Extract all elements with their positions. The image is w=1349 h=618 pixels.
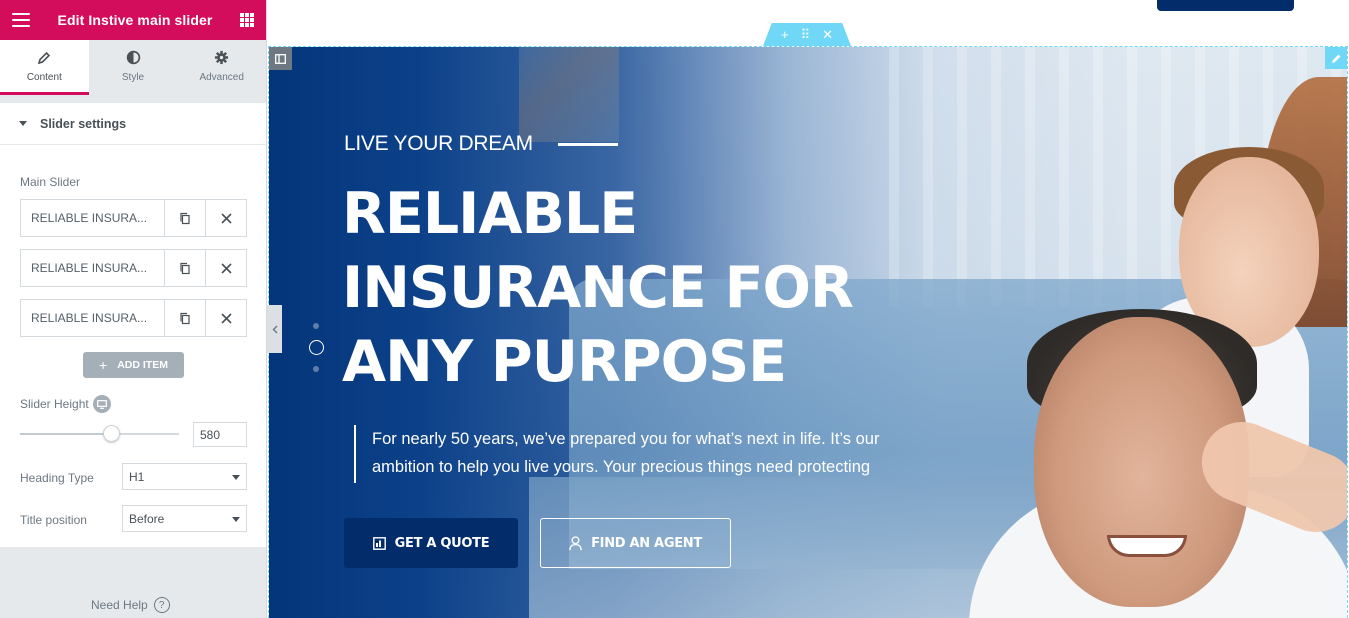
repeater-item: RELIABLE INSURA... — [20, 299, 247, 337]
tab-advanced[interactable]: Advanced — [177, 40, 267, 95]
hero-title: RELIABLE INSURANCE FOR ANY PURPOSE — [342, 177, 962, 399]
duplicate-button[interactable] — [164, 200, 205, 236]
slide-dot[interactable] — [313, 323, 319, 329]
title-position-select[interactable]: Before — [122, 505, 247, 532]
add-section-icon[interactable]: + — [781, 27, 789, 42]
slider-height-handle[interactable] — [103, 425, 120, 442]
tab-advanced-label: Advanced — [199, 71, 244, 83]
drag-section-icon[interactable]: ⠿ — [801, 27, 811, 43]
get-quote-button[interactable]: GET A QUOTE — [344, 518, 518, 568]
slider-height-input[interactable]: 580 — [193, 422, 247, 447]
tab-content[interactable]: Content — [0, 40, 89, 95]
add-item-button[interactable]: + ADD ITEM — [83, 352, 184, 378]
section-slider-settings[interactable]: Slider settings — [0, 103, 266, 145]
tab-content-label: Content — [26, 71, 62, 83]
caret-down-icon — [19, 121, 27, 126]
slide-dot[interactable] — [313, 366, 319, 372]
menu-icon[interactable] — [12, 13, 30, 27]
heading-type-select[interactable]: H1 — [122, 463, 247, 490]
heading-type-label: Heading Type — [20, 471, 94, 485]
title-position-value: Before — [129, 511, 165, 526]
copy-icon — [180, 212, 190, 224]
hero-description-line: For nearly 50 years, we’ve prepared you … — [372, 430, 880, 448]
remove-button[interactable] — [205, 300, 246, 336]
column-handle[interactable] — [269, 47, 292, 70]
panel-tabs: Content Style Advanced — [0, 40, 267, 95]
slider-height-track[interactable] — [20, 433, 179, 435]
user-icon — [569, 535, 582, 551]
hero-title-line: RELIABLE — [342, 181, 638, 247]
need-help-label: Need Help — [91, 598, 148, 612]
gear-icon — [214, 50, 229, 66]
hero-eyebrow: LIVE YOUR DREAM — [344, 132, 533, 155]
copy-icon — [180, 262, 190, 274]
panel-title: Edit Instive main slider — [57, 12, 213, 28]
repeater-item: RELIABLE INSURA... — [20, 199, 247, 237]
slider-height-label: Slider Height — [20, 397, 89, 411]
delete-section-icon[interactable]: ✕ — [822, 27, 833, 43]
contrast-icon — [126, 50, 141, 66]
desktop-responsive-icon[interactable] — [93, 395, 111, 413]
panel-header: Edit Instive main slider — [0, 0, 266, 40]
find-agent-label: FIND AN AGENT — [591, 535, 702, 551]
chevron-down-icon — [232, 475, 240, 480]
editor-panel: Edit Instive main slider Content Style A… — [0, 0, 267, 618]
slide-dot-active[interactable] — [309, 340, 324, 355]
get-quote-label: GET A QUOTE — [394, 535, 490, 551]
tab-style[interactable]: Style — [88, 40, 178, 95]
repeater-item-title[interactable]: RELIABLE INSURA... — [21, 250, 164, 286]
edit-widget-button[interactable] — [1325, 47, 1347, 69]
copy-icon — [180, 312, 190, 324]
hero-title-line: ANY PURPOSE — [342, 329, 787, 395]
tab-style-label: Style — [121, 71, 145, 83]
repeater-item: RELIABLE INSURA... — [20, 249, 247, 287]
slider-pagination — [309, 323, 324, 375]
close-icon — [220, 212, 232, 224]
need-help-link[interactable]: Need Help ? — [91, 597, 170, 613]
heading-type-value: H1 — [129, 469, 145, 484]
help-icon: ? — [153, 597, 170, 613]
add-item-label: ADD ITEM — [117, 359, 168, 371]
main-slider-label: Main Slider — [20, 175, 81, 189]
title-position-label: Title position — [20, 513, 87, 527]
eyebrow-divider — [558, 143, 618, 146]
repeater-item-title[interactable]: RELIABLE INSURA... — [21, 300, 164, 336]
repeater-item-title[interactable]: RELIABLE INSURA... — [21, 200, 164, 236]
hero-description: For nearly 50 years, we’ve prepared you … — [354, 425, 934, 483]
pencil-icon — [37, 50, 51, 66]
find-agent-button[interactable]: FIND AN AGENT — [540, 518, 731, 568]
remove-button[interactable] — [205, 200, 246, 236]
hero-slider: LIVE YOUR DREAM RELIABLE INSURANCE FOR A… — [268, 46, 1348, 618]
pencil-icon — [1331, 54, 1340, 63]
remove-button[interactable] — [205, 250, 246, 286]
duplicate-button[interactable] — [164, 250, 205, 286]
column-icon — [275, 53, 286, 64]
duplicate-button[interactable] — [164, 300, 205, 336]
section-title: Slider settings — [40, 116, 127, 131]
preview-canvas: + ⠿ ✕ LIVE YOUR DREAM RELIABLE INSURANCE… — [268, 0, 1349, 618]
close-icon — [220, 262, 232, 274]
close-icon — [220, 312, 232, 324]
slider-height-fill — [20, 433, 112, 435]
plus-icon: + — [99, 357, 108, 373]
man-smile-image — [1107, 535, 1187, 557]
hero-description-line: ambition to help you live yours. Your pr… — [372, 458, 871, 476]
header-cta-button[interactable] — [1157, 0, 1294, 11]
chevron-down-icon — [232, 517, 240, 522]
section-handle: + ⠿ ✕ — [763, 23, 851, 46]
collapse-panel-button[interactable] — [267, 305, 282, 353]
wall-painting-decoration — [519, 47, 619, 142]
hero-title-line: INSURANCE FOR — [342, 255, 854, 321]
widgets-grid-icon[interactable] — [240, 13, 254, 27]
chart-icon — [372, 536, 386, 550]
chevron-left-icon — [272, 325, 277, 333]
